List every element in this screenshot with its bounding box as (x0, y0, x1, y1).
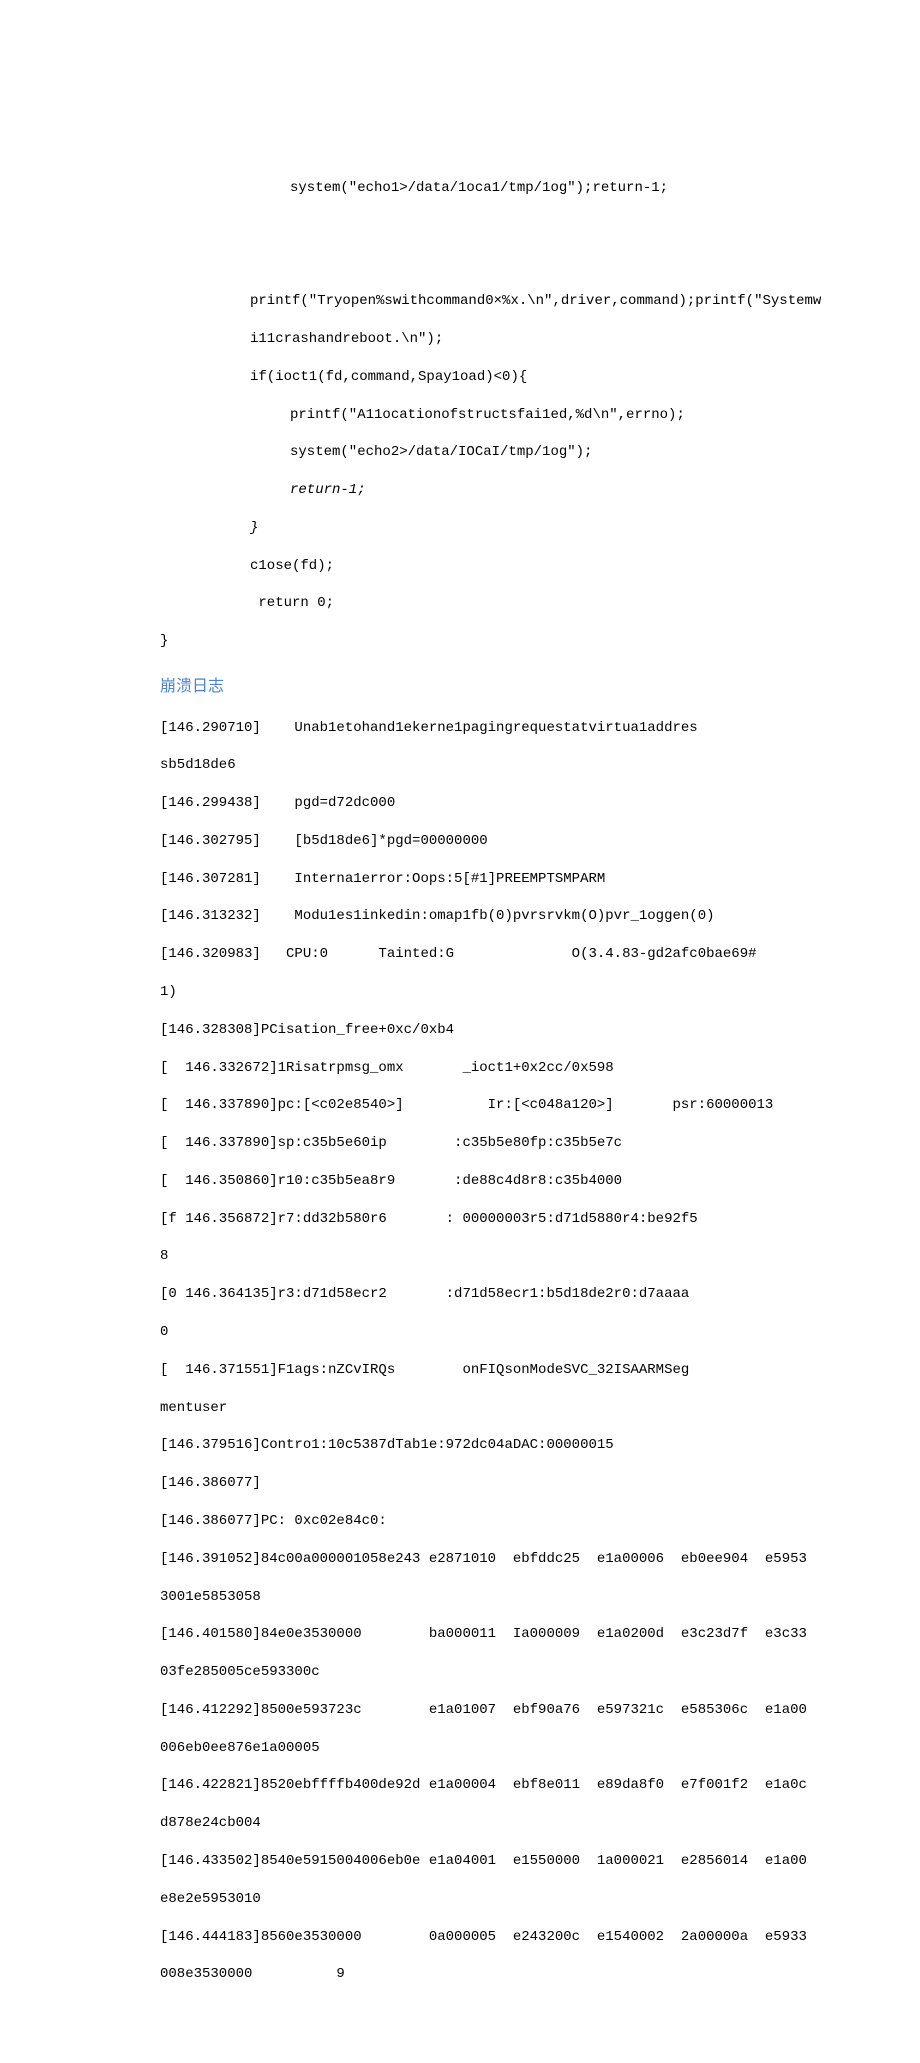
log-line: [146.433502]8540e5915004006eb0e e1a04001… (160, 1852, 860, 1871)
code-line: system("echo2>/data/IOCaI/tmp/1og"); (160, 443, 860, 462)
code-line: i11crashandreboot.\n"); (160, 330, 860, 349)
log-line: [146.313232] Modu1es1inkedin:omap1fb(0)p… (160, 907, 860, 926)
log-line: [146.422821]8520ebffffb400de92d e1a00004… (160, 1776, 860, 1795)
log-line: [f 146.356872]r7:dd32b580r6 : 00000003r5… (160, 1210, 860, 1229)
log-line: [146.328308]PCisation_free+0xc/0xb4 (160, 1021, 860, 1040)
log-line: [ 146.337890]pc:[<c02e8540>] Ir:[<c048a1… (160, 1096, 860, 1115)
log-line: [146.386077] (160, 1474, 860, 1493)
log-line: 008e3530000 9 (160, 1965, 860, 1984)
log-line: [146.444183]8560e3530000 0a000005 e24320… (160, 1928, 860, 1947)
document-page: system("echo1>/data/1oca1/tmp/1og");retu… (0, 0, 920, 2063)
log-line: 8 (160, 1247, 860, 1266)
log-line: e8e2e5953010 (160, 1890, 860, 1909)
log-line: [146.391052]84c00a000001058e243 e2871010… (160, 1550, 860, 1569)
code-line: c1ose(fd); (160, 557, 860, 576)
log-line: [146.401580]84e0e3530000 ba000011 Ia0000… (160, 1625, 860, 1644)
log-line: d878e24cb004 (160, 1814, 860, 1833)
log-line: sb5d18de6 (160, 756, 860, 775)
code-line: } (160, 632, 860, 651)
code-line: system("echo1>/data/1oca1/tmp/1og");retu… (160, 179, 860, 198)
log-line: [146.299438] pgd=d72dc000 (160, 794, 860, 813)
log-line: [146.379516]Contro1:10c5387dTab1e:972dc0… (160, 1436, 860, 1455)
log-line: [146.307281] Interna1error:Oops:5[#1]PRE… (160, 870, 860, 889)
log-line: [ 146.337890]sp:c35b5e60ip :c35b5e80fp:c… (160, 1134, 860, 1153)
blank-line (160, 217, 860, 236)
log-line: 03fe285005ce593300c (160, 1663, 860, 1682)
log-line: 0 (160, 1323, 860, 1342)
log-line: [146.320983] CPU:0 Tainted:G O(3.4.83-gd… (160, 945, 860, 964)
code-line: return-1; (160, 481, 860, 500)
code-line: } (160, 519, 860, 538)
code-line: if(ioct1(fd,command,Spay1oad)<0){ (160, 368, 860, 387)
log-line: 3001e5853058 (160, 1588, 860, 1607)
log-line: [ 146.350860]r10:c35b5ea8r9 :de88c4d8r8:… (160, 1172, 860, 1191)
log-line: 006eb0ee876e1a00005 (160, 1739, 860, 1758)
section-heading-crash-log: 崩溃日志 (160, 676, 860, 698)
log-line: [146.386077]PC: 0xc02e84c0: (160, 1512, 860, 1531)
log-line: [ 146.332672]1Risatrpmsg_omx _ioct1+0x2c… (160, 1059, 860, 1078)
log-line: [ 146.371551]F1ags:nZCvIRQs onFIQsonMode… (160, 1361, 860, 1380)
log-line: 1) (160, 983, 860, 1002)
log-line: [0 146.364135]r3:d71d58ecr2 :d71d58ecr1:… (160, 1285, 860, 1304)
log-line: [146.412292]8500e593723c e1a01007 ebf90a… (160, 1701, 860, 1720)
log-line: [146.302795] [b5d18de6]*pgd=00000000 (160, 832, 860, 851)
log-line: [146.290710] Unab1etohand1ekerne1pagingr… (160, 719, 860, 738)
code-line: printf("A11ocationofstructsfai1ed,%d\n",… (160, 406, 860, 425)
blank-line (160, 254, 860, 273)
code-line: return 0; (160, 594, 860, 613)
code-line: printf("Tryopen%swithcommand0×%x.\n",dri… (160, 292, 860, 311)
log-line: mentuser (160, 1399, 860, 1418)
